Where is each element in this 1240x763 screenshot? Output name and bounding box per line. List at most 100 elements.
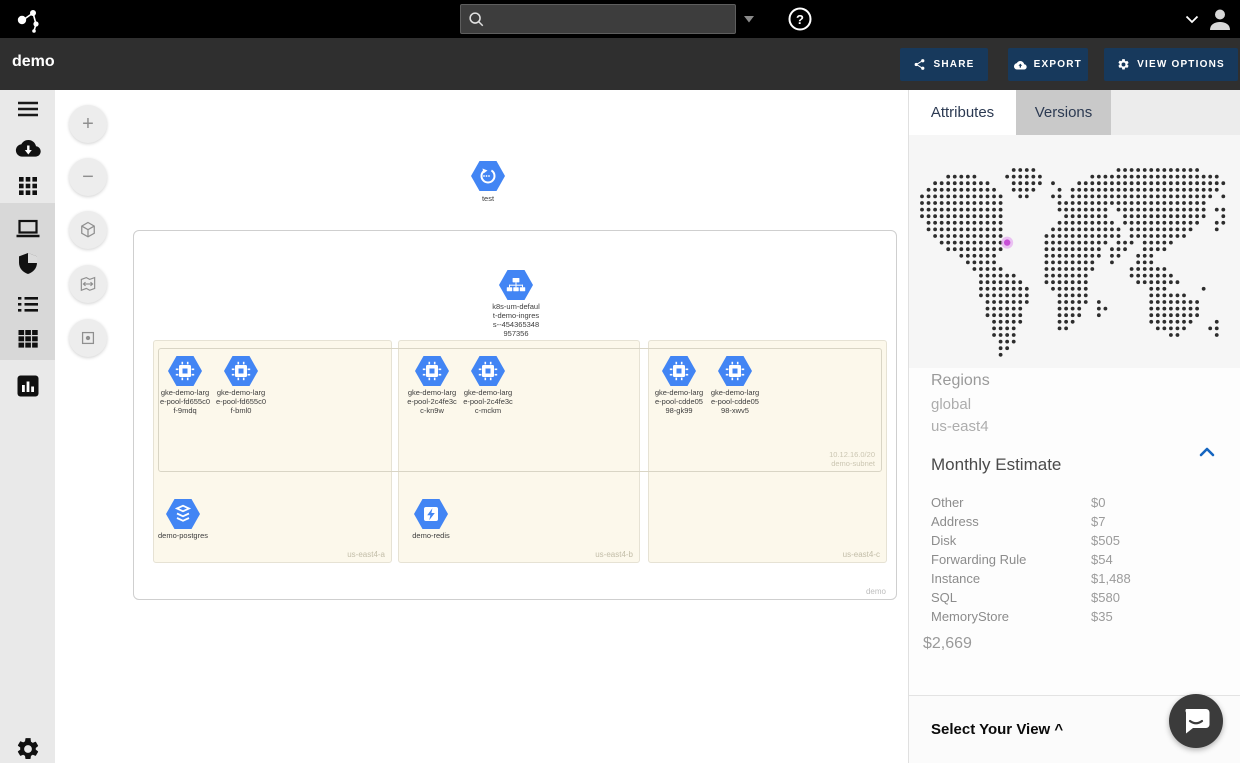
estimate-row: SQL $580 [931,590,1219,608]
node-label-demo-postgres: demo-postgres [131,531,235,540]
world-dot-map [917,165,1237,363]
fit-view-button[interactable] [69,265,107,303]
node-test-dns[interactable] [471,161,505,191]
zone-label: us-east4-b [595,550,633,559]
search-box [460,4,736,34]
gear-icon [1117,58,1130,71]
node-gke-c1[interactable] [662,356,696,386]
view-options-button[interactable]: VIEW OPTIONS [1104,48,1238,81]
bar-chart-icon[interactable] [15,373,41,399]
estimate-row-label: Instance [931,571,980,586]
security-shield-icon[interactable] [15,251,41,277]
zone-label: us-east4-a [347,550,385,559]
3d-view-button[interactable] [69,211,107,249]
estimate-row-label: Other [931,495,964,510]
zoom-in-button[interactable]: + [69,105,107,143]
cloud-download-icon[interactable] [15,135,41,161]
svg-text:?: ? [796,12,804,27]
table-grid-icon[interactable] [15,326,41,352]
fit-width-map-icon [78,274,98,294]
estimate-row-label: Address [931,514,979,529]
zoom-out-button[interactable]: − [69,158,107,196]
estimate-row: Disk $505 [931,533,1219,551]
estimate-row-label: Forwarding Rule [931,552,1026,567]
node-gke-a2[interactable] [224,356,258,386]
monthly-estimate-heading: Monthly Estimate [931,455,1061,475]
chat-launcher-button[interactable] [1169,694,1223,748]
share-icon [913,58,926,71]
tab-versions[interactable]: Versions [1016,90,1111,135]
search-scope-dropdown-icon[interactable] [744,16,754,23]
estimate-row: MemoryStore $35 [931,609,1219,627]
menu-icon[interactable] [15,96,41,122]
estimate-row-value: $0 [1091,495,1105,510]
node-label-gke-b2: gke-demo-larg e-pool-2c4fe3c c-mckm [436,388,540,415]
share-button[interactable]: SHARE [900,48,988,81]
estimate-row-label: MemoryStore [931,609,1009,624]
estimate-row-value: $505 [1091,533,1120,548]
select-your-view-toggle[interactable]: Select Your View ^ [931,721,1063,738]
estimate-row: Address $7 [931,514,1219,532]
estimate-row-value: $580 [1091,590,1120,605]
regions-heading: Regions [931,372,990,390]
node-demo-postgres[interactable] [166,499,200,529]
account-chevron-down-icon[interactable] [1185,15,1199,24]
node-label-test: test [436,194,540,203]
node-demo-redis[interactable] [414,499,448,529]
node-label-gke-a2: gke-demo-larg e-pool-fd655c0 f-bml0 [189,388,293,415]
node-gke-b1[interactable] [415,356,449,386]
page-title: demo [12,53,55,71]
list-icon[interactable] [15,291,41,317]
chat-bubble-icon [1169,694,1223,748]
node-k8s-ingress-forwarding-rule[interactable] [499,270,533,300]
share-button-label: SHARE [933,59,974,70]
environment-boundary-label: demo [866,587,886,596]
app-window: ? demo SHARE EXPORT [0,0,1240,763]
details-panel: Attributes Versions Regions global us-ea… [908,90,1240,763]
user-avatar-icon[interactable] [1206,6,1234,32]
settings-gear-icon[interactable] [15,736,41,762]
left-nav-rail [0,90,55,763]
apps-grid-icon[interactable] [15,173,41,199]
diagram-canvas[interactable]: + − d [55,90,908,763]
estimate-row-value: $1,488 [1091,571,1131,586]
node-label-gke-c2: gke-demo-larg e-pool-cdde05 98-xwv5 [683,388,787,415]
zone-label: us-east4-c [843,550,880,559]
top-bar: ? [0,0,1240,38]
node-gke-c2[interactable] [718,356,752,386]
cube-3d-icon [78,220,98,240]
hava-logo-icon[interactable] [8,2,48,36]
node-gke-b2[interactable] [471,356,505,386]
environment-header: demo SHARE EXPORT VIEW OPTIONS [0,38,1240,90]
search-input[interactable] [491,11,729,28]
estimate-row-label: SQL [931,590,957,605]
estimate-row-label: Disk [931,533,956,548]
panel-tab-bar: Attributes Versions [909,90,1240,135]
environments-laptop-icon[interactable] [15,216,41,242]
node-gke-a1[interactable] [168,356,202,386]
subnet-label: 10.12.16.0/20demo-subnet [829,450,875,468]
view-options-button-label: VIEW OPTIONS [1137,59,1225,70]
cloud-export-icon [1014,59,1027,71]
estimate-row: Other $0 [931,495,1219,513]
node-label-k8s-ingress: k8s-um-defaul t-demo-ingres s--454365348… [464,302,568,338]
export-button-label: EXPORT [1034,59,1082,70]
tab-attributes[interactable]: Attributes [909,90,1016,135]
center-view-button[interactable] [69,319,107,357]
estimate-row: Forwarding Rule $54 [931,552,1219,570]
collapse-chevron-up-icon[interactable] [1199,446,1215,458]
region-item-us-east4: us-east4 [931,418,989,435]
region-marker [1004,239,1010,245]
estimate-row: Instance $1,488 [931,571,1219,589]
node-label-demo-redis: demo-redis [379,531,483,540]
estimate-row-value: $54 [1091,552,1113,567]
estimate-row-value: $35 [1091,609,1113,624]
estimate-total: $2,669 [923,635,972,653]
estimate-row-value: $7 [1091,514,1105,529]
region-item-global: global [931,396,971,413]
export-button[interactable]: EXPORT [1008,48,1088,81]
center-target-icon [78,328,98,348]
world-map-section [909,135,1240,368]
search-icon [467,10,485,28]
help-icon[interactable]: ? [787,6,813,32]
